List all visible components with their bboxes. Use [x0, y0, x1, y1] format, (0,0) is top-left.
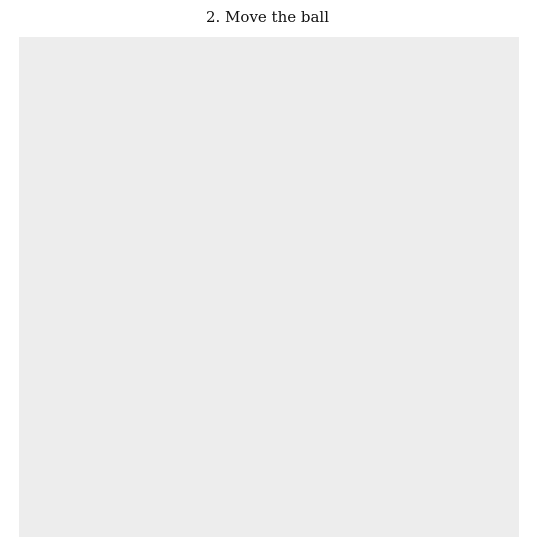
play-area[interactable]	[19, 37, 519, 537]
task-title: 2. Move the ball	[205, 8, 330, 26]
page: 2. Move the ball	[0, 0, 535, 558]
